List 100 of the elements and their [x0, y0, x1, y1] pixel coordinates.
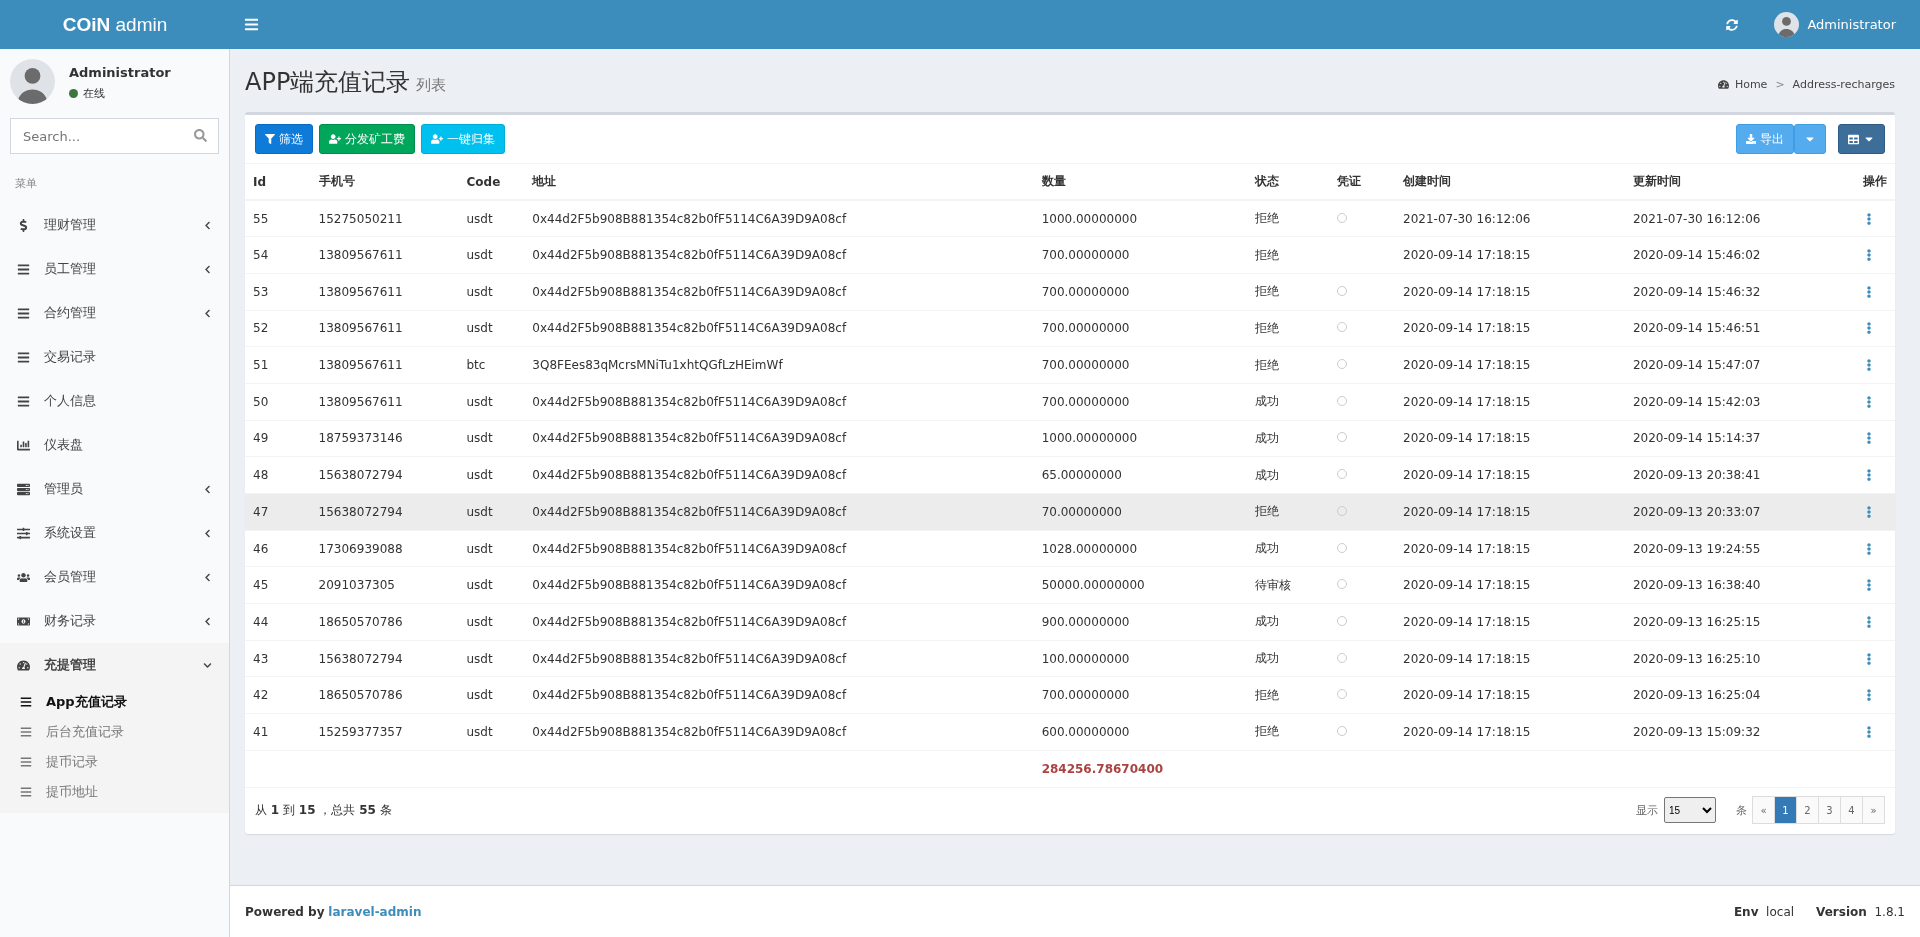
framework-link[interactable]: laravel-admin: [328, 904, 422, 919]
menu-icon[interactable]: [244, 17, 259, 32]
table-cell: usdt: [458, 236, 525, 274]
search-icon[interactable]: [194, 129, 207, 142]
table-cell: 0x44d2F5b908B881354c82b0fF5114C6A39D9A08cf: [524, 640, 1034, 677]
table-cell: 600.00000000: [1033, 713, 1248, 751]
table-cell: 18759373146: [310, 420, 459, 457]
table-cell: 0x44d2F5b908B881354c82b0fF5114C6A39D9A08cf: [524, 566, 1034, 604]
table-cell: 0x44d2F5b908B881354c82b0fF5114C6A39D9A08cf: [524, 713, 1034, 751]
page-link[interactable]: 2: [1796, 796, 1819, 824]
sidebar-item[interactable]: 合约管理: [0, 291, 229, 335]
per-page-select[interactable]: 15: [1664, 797, 1716, 823]
table-cell: usdt: [458, 383, 525, 421]
table-cell: 100.00000000: [1033, 640, 1248, 677]
user-name: Administrator: [69, 65, 171, 80]
download-icon: [1746, 134, 1756, 144]
table-cell: 65.00000000: [1033, 456, 1248, 494]
menu-icon: [20, 696, 32, 708]
table-cell: usdt: [458, 310, 525, 347]
table-cell: 拒绝: [1247, 713, 1330, 751]
sidebar-subitem[interactable]: 后台充值记录: [0, 717, 229, 747]
menu-icon: [17, 306, 30, 320]
table-cell: 43: [245, 640, 311, 677]
filter-button[interactable]: 筛选: [255, 124, 313, 154]
table-cell: 2020-09-13 16:25:04: [1624, 676, 1855, 714]
breadcrumb-link[interactable]: Address-recharges: [1792, 78, 1895, 91]
table-cell: 55: [245, 200, 311, 237]
table-cell: 15275050211: [310, 200, 459, 237]
chevron-down-icon: [203, 660, 212, 670]
table-cell: 2021-07-30 16:12:06: [1624, 200, 1855, 237]
sidebar-item[interactable]: 交易记录: [0, 335, 229, 379]
user-name[interactable]: Administrator: [1807, 17, 1896, 32]
table-cell: usdt: [458, 530, 525, 567]
table-cell: 1000.00000000: [1033, 420, 1248, 457]
sidebar-item[interactable]: 充提管理: [0, 643, 229, 687]
per-page-label: 显示: [1636, 802, 1658, 818]
dropdown-button[interactable]: [1794, 124, 1826, 154]
table-cell: 拒绝: [1247, 676, 1330, 714]
table-cell: 70.00000000: [1033, 493, 1248, 531]
sliders-icon: [17, 526, 30, 540]
menu-icon: [20, 756, 32, 768]
table-cell: 2020-09-14 17:18:15: [1395, 493, 1625, 531]
table-cell: 45: [245, 566, 311, 604]
sidebar-item[interactable]: 财务记录: [0, 599, 229, 643]
table-cell: 2020-09-14 17:18:15: [1395, 566, 1625, 604]
users-icon: [17, 570, 30, 584]
table-cell: 2020-09-14 17:18:15: [1395, 420, 1625, 457]
table-cell: 13809567611: [310, 383, 459, 421]
table-cell: 18650570786: [310, 676, 459, 714]
table-cell: 18650570786: [310, 603, 459, 641]
powered-text: Powered by laravel-admin: [245, 904, 422, 919]
sidebar-item[interactable]: 个人信息: [0, 379, 229, 423]
table-cell: 15638072794: [310, 640, 459, 677]
sidebar-subitem[interactable]: App充值记录: [0, 687, 229, 717]
search-field[interactable]: Search...: [10, 118, 219, 154]
table-cell: 2020-09-14 17:18:15: [1395, 310, 1625, 347]
table-cell: 2020-09-14 17:18:15: [1395, 383, 1625, 421]
table-cell: 700.00000000: [1033, 310, 1248, 347]
table-cell: usdt: [458, 420, 525, 457]
table-cell: 2091037305: [310, 566, 459, 604]
table-cell: 46: [245, 530, 311, 567]
sidebar-subitem[interactable]: 提币记录: [0, 747, 229, 777]
table-cell: 3Q8FEes83qMcrsMNiTu1xhtQGfLzHEimWf: [524, 346, 1034, 384]
sidebar-item[interactable]: 理财管理: [0, 203, 229, 247]
table-cell: 49: [245, 420, 311, 457]
table-cell: 47: [245, 493, 311, 531]
sidebar-item[interactable]: 管理员: [0, 467, 229, 511]
table-cell: 0x44d2F5b908B881354c82b0fF5114C6A39D9A08cf: [524, 273, 1034, 311]
table-cell: 待审核: [1247, 566, 1330, 604]
table-cell: 54: [245, 236, 311, 274]
page-subtitle: 列表: [416, 76, 447, 95]
columns-button[interactable]: [1838, 124, 1885, 154]
table-cell: 2020-09-13 15:09:32: [1624, 713, 1855, 751]
table-cell: 2020-09-14 17:18:15: [1395, 346, 1625, 384]
gauge-icon: [17, 658, 30, 672]
sidebar-item[interactable]: 员工管理: [0, 247, 229, 291]
refresh-icon[interactable]: [1726, 18, 1739, 31]
sidebar-item[interactable]: 系统设置: [0, 511, 229, 555]
table-cell: 50000.00000000: [1033, 566, 1248, 604]
sidebar-item[interactable]: 仪表盘: [0, 423, 229, 467]
table-cell: 700.00000000: [1033, 383, 1248, 421]
page-link[interactable]: 1: [1774, 796, 1797, 824]
page-title: APP端充值记录: [245, 67, 411, 98]
table-cell: 0x44d2F5b908B881354c82b0fF5114C6A39D9A08cf: [524, 456, 1034, 494]
sidebar-item[interactable]: 会员管理: [0, 555, 229, 599]
page-link[interactable]: 3: [1818, 796, 1841, 824]
status-dot: [69, 89, 78, 98]
breadcrumb-link[interactable]: Home: [1717, 78, 1768, 91]
page-link[interactable]: 4: [1840, 796, 1863, 824]
sidebar-subitem[interactable]: 提币地址: [0, 777, 229, 807]
menu-icon: [17, 394, 30, 408]
table-cell: 53: [245, 273, 311, 311]
pagination-info: 从 1 到 15 ，总共 55 条: [255, 801, 392, 819]
table-cell: 2020-09-14 17:18:15: [1395, 236, 1625, 274]
next-page[interactable]: »: [1862, 796, 1885, 824]
table-cell: 2020-09-14 17:18:15: [1395, 676, 1625, 714]
table-cell: 拒绝: [1247, 493, 1330, 531]
menu-icon: [17, 350, 30, 364]
prev-page[interactable]: «: [1752, 796, 1775, 824]
table-cell: 2020-09-13 16:38:40: [1624, 566, 1855, 604]
